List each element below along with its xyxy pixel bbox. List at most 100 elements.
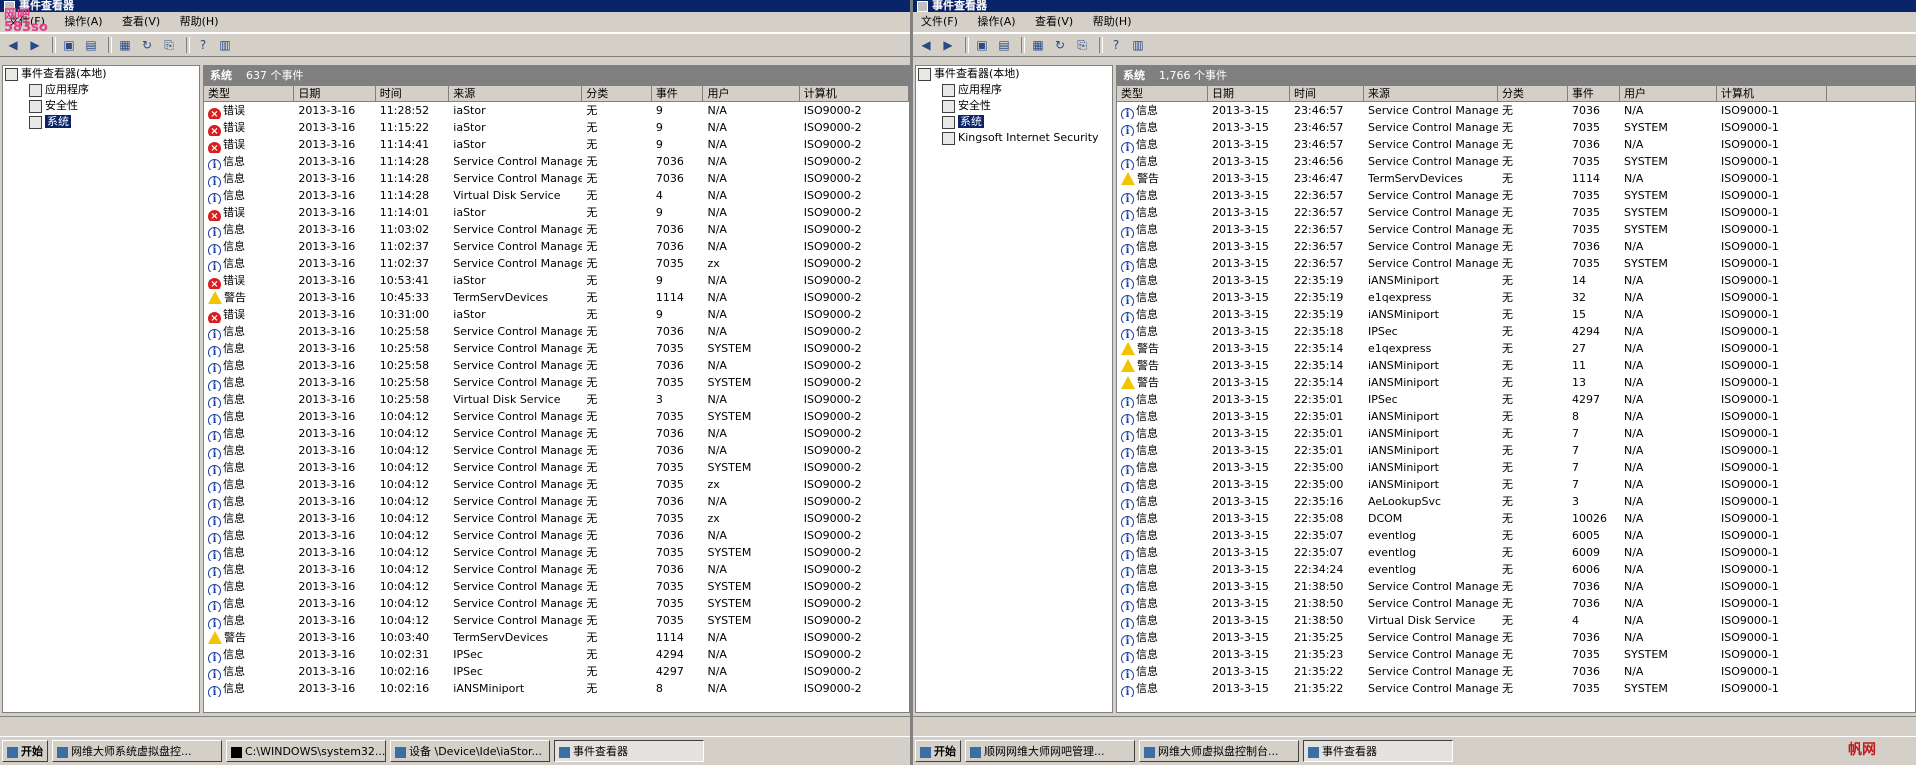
table-row[interactable]: i 信息 2013-3-15 22:36:57 Service Control Mana…	[1117, 238, 1915, 255]
table-row[interactable]: i 信息 2013-3-15 22:35:07 eventlog 无 6009 N/A ISO9…	[1117, 544, 1915, 561]
tree-item-root[interactable]: 事件查看器(本地)	[916, 66, 1112, 82]
table-row[interactable]: × 错误 2013-3-16 11:15:22 iaStor 无 9 N/A ISO9000-2	[204, 119, 909, 136]
table-row[interactable]: i 信息 2013-3-15 22:35:00 iANSMiniport 无 7 N/A ISO…	[1117, 459, 1915, 476]
table-row[interactable]: i 信息 2013-3-15 21:38:50 Virtual Disk Service…	[1117, 612, 1915, 629]
export-icon[interactable]: ⎘	[160, 37, 178, 53]
table-row[interactable]: i 信息 2013-3-15 21:38:50 Service Control Mana…	[1117, 595, 1915, 612]
table-row[interactable]: 警告 2013-3-16 10:03:40 TermServDevices 无 1114 N…	[204, 629, 909, 646]
forward-icon[interactable]: ▶	[26, 37, 44, 53]
table-row[interactable]: i 信息 2013-3-16 10:02:16 iANSMiniport 无 8 N/A ISO…	[204, 680, 909, 697]
table-row[interactable]: i 信息 2013-3-16 10:25:58 Virtual Disk Service…	[204, 391, 909, 408]
table-row[interactable]: i 信息 2013-3-16 11:14:28 Virtual Disk Service…	[204, 187, 909, 204]
col-event[interactable]: 事件	[1568, 86, 1620, 101]
col-time[interactable]: 时间	[376, 86, 450, 101]
taskbar-item-active[interactable]: 事件查看器	[554, 740, 704, 762]
table-row[interactable]: i 信息 2013-3-16 10:02:31 IPSec 无 4294 N/A ISO9000…	[204, 646, 909, 663]
refresh-icon[interactable]: ↻	[1051, 37, 1069, 53]
menu-action[interactable]: 操作(A)	[977, 15, 1015, 28]
table-row[interactable]: i 信息 2013-3-16 10:04:12 Service Control Mana…	[204, 561, 909, 578]
table-row[interactable]: i 信息 2013-3-16 10:25:58 Service Control Mana…	[204, 340, 909, 357]
console-icon[interactable]: ▥	[216, 37, 234, 53]
menu-help[interactable]: 帮助(H)	[1093, 15, 1132, 28]
table-row[interactable]: i 信息 2013-3-16 10:04:12 Service Control Mana…	[204, 408, 909, 425]
table-row[interactable]: i 信息 2013-3-16 10:25:58 Service Control Mana…	[204, 374, 909, 391]
col-computer[interactable]: 计算机	[800, 86, 909, 101]
table-row[interactable]: i 信息 2013-3-16 11:02:37 Service Control Mana…	[204, 255, 909, 272]
col-time[interactable]: 时间	[1290, 86, 1364, 101]
table-row[interactable]: i 信息 2013-3-15 22:35:19 iANSMiniport 无 15 N/A IS…	[1117, 306, 1915, 323]
table-row[interactable]: i 信息 2013-3-15 21:35:22 Service Control Mana…	[1117, 680, 1915, 697]
col-date[interactable]: 日期	[294, 86, 376, 101]
table-row[interactable]: i 信息 2013-3-16 11:02:37 Service Control Mana…	[204, 238, 909, 255]
table-row[interactable]: i 信息 2013-3-16 11:14:28 Service Control Mana…	[204, 153, 909, 170]
table-row[interactable]: i 信息 2013-3-15 21:35:25 Service Control Mana…	[1117, 629, 1915, 646]
table-row[interactable]: i 信息 2013-3-16 10:25:58 Service Control Mana…	[204, 357, 909, 374]
start-button[interactable]: 开始	[2, 740, 48, 762]
table-row[interactable]: i 信息 2013-3-15 21:35:23 Service Control Mana…	[1117, 646, 1915, 663]
table-row[interactable]: i 信息 2013-3-16 10:04:12 Service Control Mana…	[204, 425, 909, 442]
col-date[interactable]: 日期	[1208, 86, 1290, 101]
table-row[interactable]: i 信息 2013-3-15 22:35:01 IPSec 无 4297 N/A ISO9000…	[1117, 391, 1915, 408]
properties-icon[interactable]: ▦	[116, 37, 134, 53]
col-source[interactable]: 来源	[1364, 86, 1498, 101]
tree-item-system[interactable]: 系统	[3, 114, 199, 130]
table-row[interactable]: i 信息 2013-3-16 10:04:12 Service Control Mana…	[204, 527, 909, 544]
col-user[interactable]: 用户	[703, 86, 800, 101]
col-type[interactable]: 类型	[1117, 86, 1208, 101]
table-row[interactable]: 警告 2013-3-15 22:35:14 iANSMiniport 无 13 N/A ISO…	[1117, 374, 1915, 391]
refresh-icon[interactable]: ↻	[138, 37, 156, 53]
menu-view[interactable]: 查看(V)	[122, 15, 160, 28]
table-row[interactable]: i 信息 2013-3-16 10:04:12 Service Control Mana…	[204, 544, 909, 561]
tree-item-security[interactable]: 安全性	[3, 98, 199, 114]
table-row[interactable]: i 信息 2013-3-15 22:35:19 e1qexpress 无 32 N/A ISO9…	[1117, 289, 1915, 306]
table-row[interactable]: i 信息 2013-3-15 21:35:22 Service Control Mana…	[1117, 663, 1915, 680]
table-row[interactable]: i 信息 2013-3-16 10:04:12 Service Control Mana…	[204, 476, 909, 493]
start-button[interactable]: 开始	[915, 740, 961, 762]
col-computer[interactable]: 计算机	[1717, 86, 1827, 101]
table-row[interactable]: i 信息 2013-3-15 22:36:57 Service Control Mana…	[1117, 204, 1915, 221]
up-folder-icon[interactable]: ▣	[60, 37, 78, 53]
col-type[interactable]: 类型	[204, 86, 295, 101]
tree-item-application[interactable]: 应用程序	[3, 82, 199, 98]
table-row[interactable]: i 信息 2013-3-15 22:36:57 Service Control Mana…	[1117, 255, 1915, 272]
tree-item-system[interactable]: 系统	[916, 114, 1112, 130]
table-row[interactable]: i 信息 2013-3-16 10:04:12 Service Control Mana…	[204, 493, 909, 510]
help-icon[interactable]: ?	[1107, 37, 1125, 53]
menu-file[interactable]: 文件(F)	[921, 15, 958, 28]
table-row[interactable]: i 信息 2013-3-15 22:35:19 iANSMiniport 无 14 N/A IS…	[1117, 272, 1915, 289]
table-row[interactable]: i 信息 2013-3-15 23:46:56 Service Control Mana…	[1117, 153, 1915, 170]
menu-view[interactable]: 查看(V)	[1035, 15, 1073, 28]
up-folder-icon[interactable]: ▣	[973, 37, 991, 53]
tree-item-application[interactable]: 应用程序	[916, 82, 1112, 98]
taskbar-item[interactable]: 顺网网维大师网吧管理...	[965, 740, 1135, 762]
col-category[interactable]: 分类	[582, 86, 652, 101]
table-row[interactable]: 警告 2013-3-15 23:46:47 TermServDevices 无 1114 N…	[1117, 170, 1915, 187]
tree-item-security[interactable]: 安全性	[916, 98, 1112, 114]
col-category[interactable]: 分类	[1498, 86, 1568, 101]
col-source[interactable]: 来源	[449, 86, 583, 101]
table-row[interactable]: i 信息 2013-3-15 21:38:50 Service Control Mana…	[1117, 578, 1915, 595]
col-event[interactable]: 事件	[652, 86, 704, 101]
console-icon[interactable]: ▥	[1129, 37, 1147, 53]
table-row[interactable]: i 信息 2013-3-15 23:46:57 Service Control Mana…	[1117, 119, 1915, 136]
table-row[interactable]: 警告 2013-3-16 10:45:33 TermServDevices 无 1114 N…	[204, 289, 909, 306]
table-row[interactable]: i 信息 2013-3-16 10:04:12 Service Control Mana…	[204, 442, 909, 459]
table-row[interactable]: 警告 2013-3-15 22:35:14 e1qexpress 无 27 N/A ISO90…	[1117, 340, 1915, 357]
export-icon[interactable]: ⎘	[1073, 37, 1091, 53]
tree-item-root[interactable]: 事件查看器(本地)	[3, 66, 199, 82]
table-row[interactable]: i 信息 2013-3-15 22:35:07 eventlog 无 6005 N/A ISO9…	[1117, 527, 1915, 544]
properties-icon[interactable]: ▦	[1029, 37, 1047, 53]
table-row[interactable]: i 信息 2013-3-15 22:35:00 iANSMiniport 无 7 N/A ISO…	[1117, 476, 1915, 493]
table-row[interactable]: i 信息 2013-3-15 22:36:57 Service Control Mana…	[1117, 221, 1915, 238]
menu-action[interactable]: 操作(A)	[64, 15, 102, 28]
table-row[interactable]: i 信息 2013-3-15 22:35:18 IPSec 无 4294 N/A ISO9000…	[1117, 323, 1915, 340]
tree-item-kingsoft[interactable]: Kingsoft Internet Security	[916, 130, 1112, 146]
back-icon[interactable]: ◀	[917, 37, 935, 53]
table-row[interactable]: i 信息 2013-3-16 10:04:12 Service Control Mana…	[204, 595, 909, 612]
taskbar-item[interactable]: C:\WINDOWS\system32...	[226, 740, 386, 762]
table-row[interactable]: i 信息 2013-3-15 22:35:01 iANSMiniport 无 8 N/A ISO…	[1117, 408, 1915, 425]
table-row[interactable]: i 信息 2013-3-15 22:35:01 iANSMiniport 无 7 N/A ISO…	[1117, 442, 1915, 459]
taskbar-item-active[interactable]: 事件查看器	[1303, 740, 1453, 762]
table-row[interactable]: × 错误 2013-3-16 10:53:41 iaStor 无 9 N/A ISO9000-2	[204, 272, 909, 289]
table-row[interactable]: i 信息 2013-3-15 22:35:01 iANSMiniport 无 7 N/A ISO…	[1117, 425, 1915, 442]
